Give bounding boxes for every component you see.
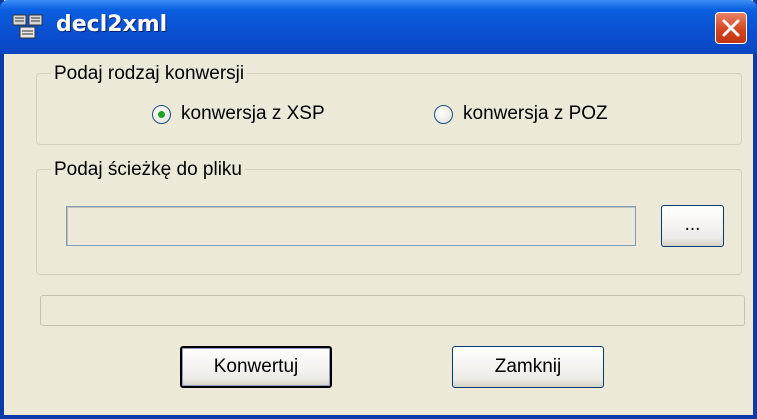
file-path-group-label: Podaj ścieżkę do pliku [51,160,245,179]
close-window-button[interactable] [715,12,747,44]
browse-button[interactable]: ... [661,205,724,247]
file-path-input[interactable] [66,206,636,246]
radio-xsp-button[interactable] [152,104,171,124]
conversion-type-group-label: Podaj rodzaj konwersji [51,64,248,83]
convert-button[interactable]: Konwertuj [180,346,332,388]
window-title: decl2xml [56,12,168,37]
close-button[interactable]: Zamknij [452,346,604,388]
radio-option-poz[interactable]: konwersja z POZ [434,103,608,125]
title-bar[interactable]: decl2xml [0,0,757,54]
radio-option-xsp[interactable]: konwersja z XSP [152,103,325,125]
radio-poz-button[interactable] [434,104,453,124]
radio-poz-label[interactable]: konwersja z POZ [463,103,608,125]
app-icon [12,12,44,40]
dialog-window: decl2xml Podaj rodzaj konwersji konwersj… [0,0,757,419]
radio-xsp-label[interactable]: konwersja z XSP [181,103,325,125]
progress-bar [40,295,745,326]
close-icon [722,19,740,37]
